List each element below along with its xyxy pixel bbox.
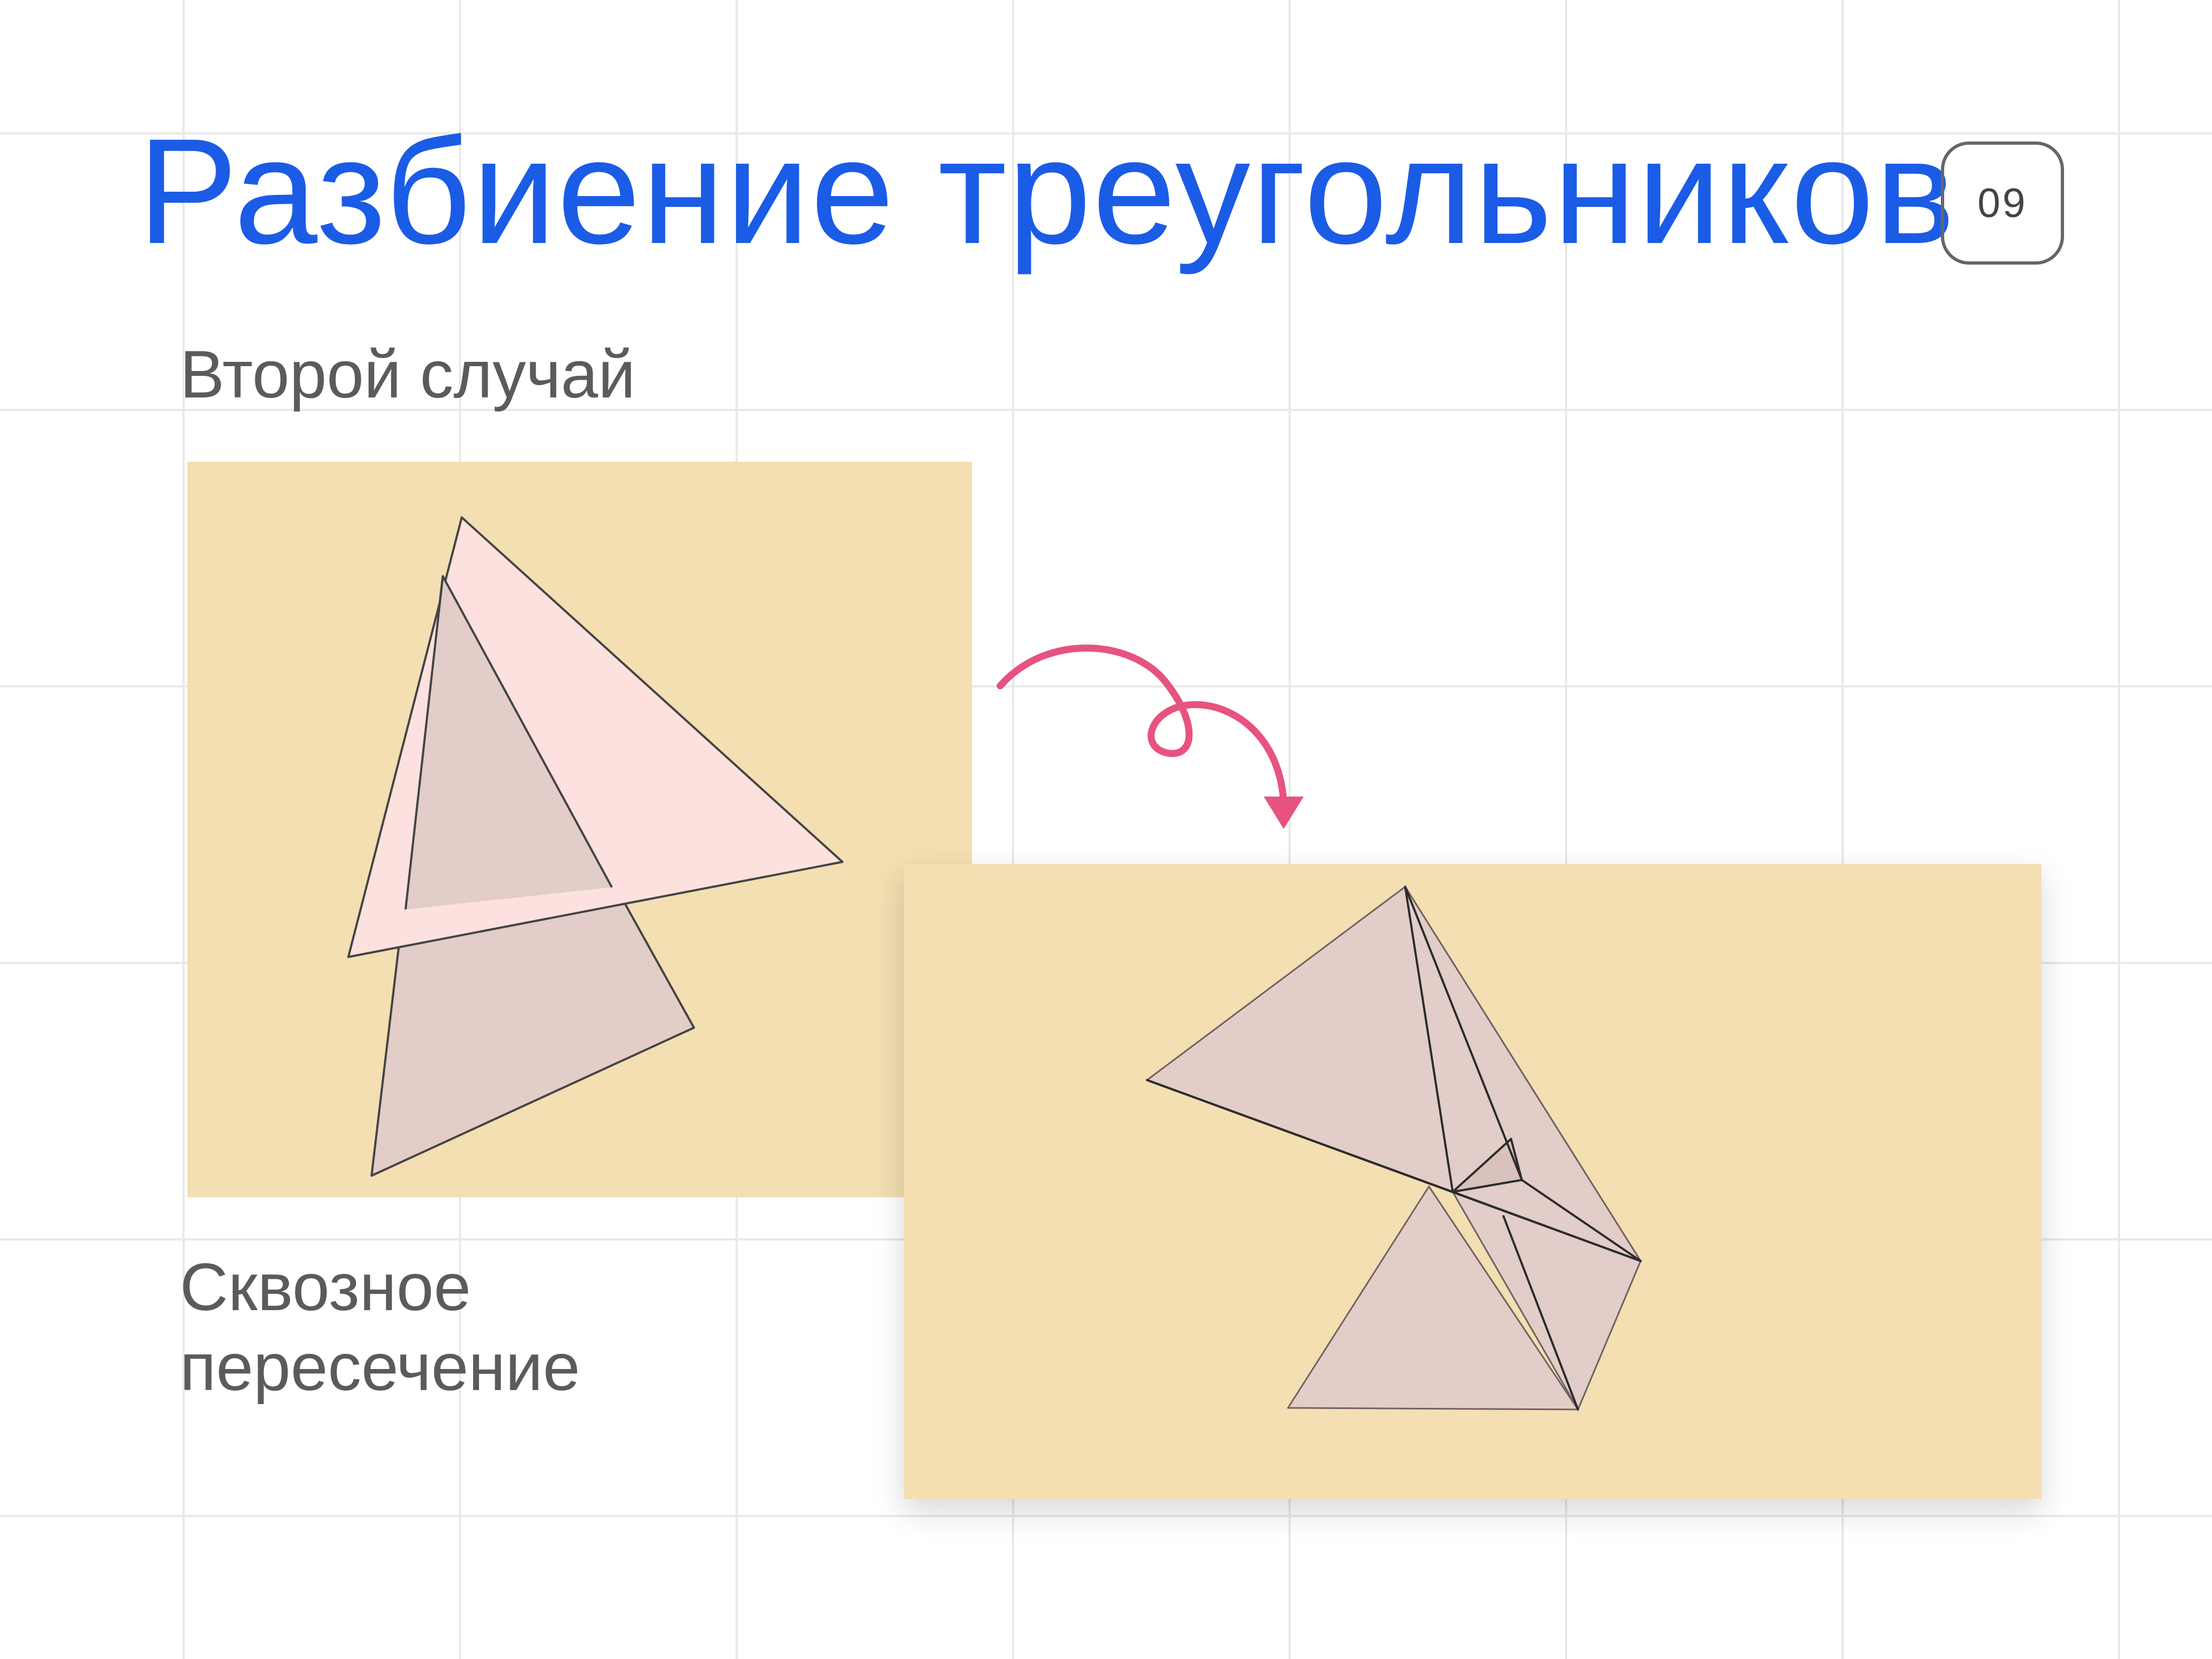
curly-arrow-down-icon	[996, 644, 1304, 829]
caption: Сквозное пересечение	[180, 1247, 580, 1407]
caption-line-1: Сквозное	[180, 1250, 471, 1325]
after-illustration	[904, 864, 2041, 1499]
page-number-badge: 09	[1941, 141, 2064, 265]
split-triangles-diagram	[1146, 886, 1642, 1411]
page-number: 09	[1977, 180, 2028, 226]
caption-line-2: пересечение	[180, 1330, 581, 1405]
before-illustration	[187, 462, 972, 1197]
case-label: Второй случай	[180, 338, 636, 412]
intersecting-triangles-diagram	[347, 516, 844, 1177]
slide-title: Разбиение треугольников	[138, 107, 1956, 275]
